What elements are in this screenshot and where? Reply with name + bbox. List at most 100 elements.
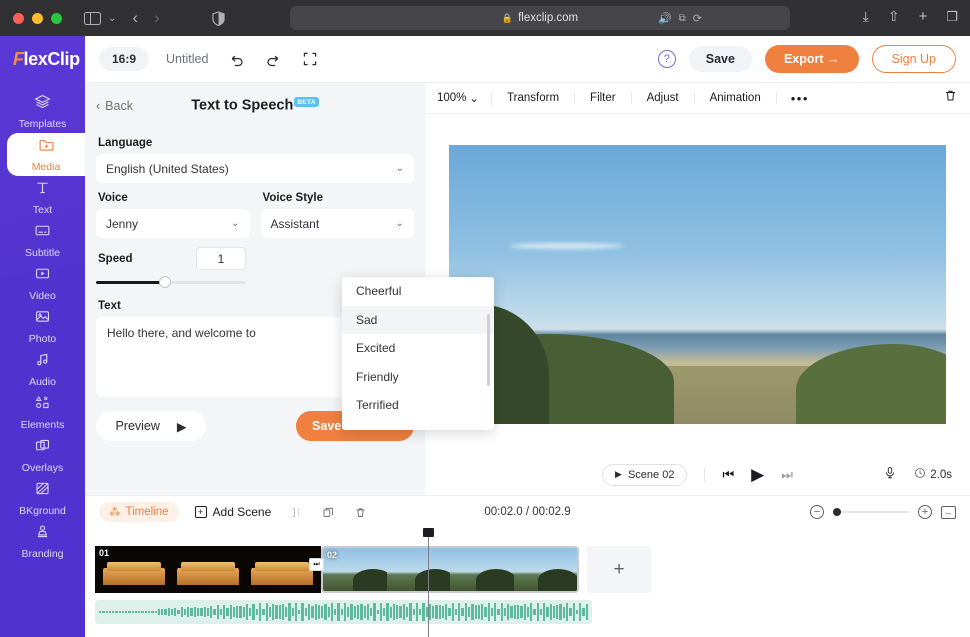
url-bar[interactable]: 🔒 flexclip.com 🔊 ⧉ ⟳ [290, 6, 790, 30]
microphone-icon[interactable] [883, 465, 897, 485]
cloud-decoration [509, 243, 624, 249]
trash-icon[interactable] [943, 88, 958, 108]
dropdown-option-friendly[interactable]: Friendly [342, 363, 494, 392]
window-traffic-lights[interactable] [13, 13, 62, 24]
sidebar-item-video[interactable]: Video [0, 262, 85, 305]
sidebar-item-label: Text [33, 204, 52, 216]
minimize-window-button[interactable] [32, 13, 43, 24]
forward-arrow-icon[interactable]: › [154, 8, 160, 28]
playhead[interactable] [428, 528, 429, 637]
share-icon[interactable]: ⇧ [888, 8, 900, 25]
duration-display: 2.0s [914, 467, 952, 482]
clip-strip: 01 02 + [95, 546, 651, 593]
sidebar-item-overlays[interactable]: Overlays [0, 434, 85, 477]
dropdown-option-excited[interactable]: Excited [342, 334, 494, 363]
sidebar-item-photo[interactable]: Photo [0, 305, 85, 348]
duplicate-icon[interactable] [322, 506, 335, 519]
video-preview-frame[interactable] [449, 145, 946, 424]
elements-icon [34, 394, 51, 416]
play-icon[interactable]: ▶ [751, 465, 764, 485]
sidebar-item-label: BKground [19, 505, 66, 517]
chevron-left-icon: ‹ [96, 99, 100, 113]
voice-style-dropdown[interactable]: Cheerful Sad Excited Friendly Terrified [342, 277, 494, 430]
dropdown-option-sad[interactable]: Sad [342, 306, 494, 335]
sidebar-item-bkground[interactable]: BKground [0, 477, 85, 520]
close-window-button[interactable] [13, 13, 24, 24]
scene-selector[interactable]: ▶ Scene 02 [602, 464, 687, 486]
more-options-button[interactable]: ••• [777, 91, 823, 106]
scene-label: Scene 02 [628, 469, 674, 481]
zoom-out-icon[interactable]: − [810, 505, 824, 519]
extension-icon[interactable]: ⧉ [679, 13, 686, 24]
maximize-window-button[interactable] [51, 13, 62, 24]
back-arrow-icon[interactable]: ‹ [132, 8, 138, 28]
tab-filter[interactable]: Filter [575, 92, 632, 104]
sidebar-item-label: Video [29, 290, 56, 302]
export-button[interactable]: Export → [765, 45, 859, 73]
sidebar-toggle-icon[interactable] [84, 12, 101, 25]
sidebar-item-subtitle[interactable]: Subtitle [0, 219, 85, 262]
lock-icon: 🔒 [502, 13, 513, 24]
new-tab-icon[interactable]: + [919, 8, 928, 25]
project-name-field[interactable]: Untitled [166, 52, 208, 66]
sidebar-item-templates[interactable]: Templates [0, 90, 85, 133]
zoom-in-icon[interactable]: + [918, 505, 932, 519]
audio-track[interactable] [95, 600, 592, 624]
fullscreen-icon[interactable] [302, 51, 318, 67]
slider-handle[interactable] [159, 276, 171, 288]
help-icon[interactable]: ? [658, 50, 676, 68]
add-clip-button[interactable]: + [587, 546, 651, 593]
chevron-down-icon[interactable]: ⌄ [108, 13, 116, 24]
voice-select[interactable]: Jenny ⌄ [96, 209, 250, 238]
split-icon[interactable] [290, 506, 303, 519]
timeline-tab[interactable]: ⁂ Timeline [99, 502, 179, 522]
save-button[interactable]: Save [689, 46, 752, 72]
zoom-handle[interactable] [833, 508, 841, 516]
language-select[interactable]: English (United States) ⌄ [96, 154, 414, 183]
reload-icon[interactable]: ⟳ [693, 12, 702, 25]
audio-playing-icon[interactable]: 🔊 [658, 12, 672, 25]
dropdown-option-terrified[interactable]: Terrified [342, 391, 494, 420]
timeline-label: Timeline [126, 506, 169, 518]
trash-icon[interactable] [354, 506, 367, 519]
tab-transform[interactable]: Transform [492, 92, 575, 104]
dropdown-option-cheerful[interactable]: Cheerful [342, 277, 494, 306]
back-button[interactable]: ‹ Back [96, 99, 133, 113]
tab-overview-icon[interactable]: ❐ [946, 9, 958, 25]
flexclip-logo[interactable]: FlexClip [0, 36, 85, 83]
chevron-down-icon: ⌄ [396, 163, 404, 174]
skip-previous-icon[interactable]: ⏮ [722, 467, 734, 483]
dropdown-scrollbar[interactable] [487, 314, 490, 386]
sign-up-button[interactable]: Sign Up [872, 45, 956, 73]
sidebar-item-audio[interactable]: Audio [0, 348, 85, 391]
shield-icon[interactable] [212, 11, 225, 26]
aspect-ratio-button[interactable]: 16:9 [99, 47, 149, 71]
add-scene-button[interactable]: + Add Scene [195, 505, 272, 519]
sidebar-item-branding[interactable]: Branding [0, 520, 85, 563]
timeline-clip-01[interactable]: 01 [95, 546, 321, 593]
tab-adjust[interactable]: Adjust [632, 92, 695, 104]
sidebar-item-text[interactable]: Text [0, 176, 85, 219]
timeline-zoom-controls: − + ↔ [810, 505, 956, 519]
preview-button[interactable]: Preview ▶ [96, 411, 206, 441]
zoom-slider[interactable] [833, 506, 909, 518]
sidebar-item-elements[interactable]: Elements [0, 391, 85, 434]
voice-style-select[interactable]: Assistant ⌄ [261, 209, 415, 238]
download-icon[interactable]: ⤓ [863, 8, 869, 25]
sidebar-item-media[interactable]: Media [7, 133, 85, 176]
play-icon: ▶ [177, 419, 187, 434]
tab-animation[interactable]: Animation [695, 92, 777, 104]
clip-number: 01 [99, 548, 109, 558]
transition-icon[interactable]: ⏭ [309, 558, 324, 571]
zoom-level-select[interactable]: 100% ⌄ [437, 91, 492, 105]
undo-icon[interactable] [228, 51, 245, 68]
beta-badge: BETA [294, 97, 318, 107]
fit-to-screen-icon[interactable]: ↔ [941, 506, 956, 519]
speed-value-input[interactable]: 1 [196, 247, 246, 270]
skip-next-icon[interactable]: ⏭ [781, 467, 793, 483]
browser-toolbar: ⌄ ‹ › 🔒 flexclip.com 🔊 ⧉ ⟳ ⤓ ⇧ + ❐ [0, 0, 970, 36]
speed-slider[interactable] [96, 275, 246, 289]
timeline-clip-02[interactable]: 02 [321, 546, 579, 593]
redo-icon[interactable] [265, 51, 282, 68]
overlays-icon [34, 437, 51, 459]
